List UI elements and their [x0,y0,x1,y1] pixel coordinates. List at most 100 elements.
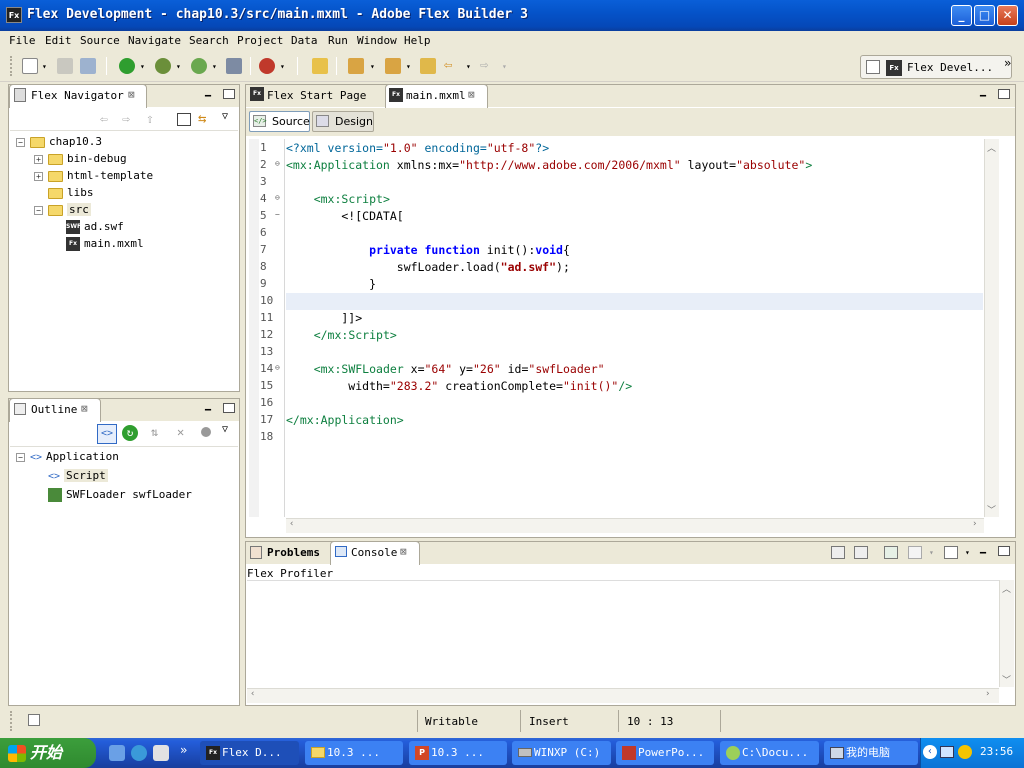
menu-window[interactable]: Window [357,34,397,47]
menu-navigate[interactable]: Navigate [128,34,181,47]
security-shield-icon[interactable] [958,745,972,759]
scroll-lock-icon[interactable] [854,546,868,559]
tray-expand-icon[interactable]: ‹ [923,745,937,759]
tree-item[interactable]: SWF ad.swf [16,218,236,235]
clock[interactable]: 23:56 [980,745,1013,758]
close-icon[interactable]: ⊠ [468,88,475,101]
tree-item[interactable]: SWFLoader swfLoader [16,486,236,505]
chevron-down-icon[interactable]: ▾ [212,62,217,71]
menu-edit[interactable]: Edit [45,34,72,47]
scroll-down-icon[interactable]: ﹀ [987,503,996,516]
forward-arrow-icon[interactable]: ⇨ [480,57,488,73]
close-button[interactable]: ✕ [997,5,1018,26]
console-vertical-scrollbar[interactable] [999,580,1014,687]
maximize-button[interactable]: □ [974,5,995,26]
scroll-up-icon[interactable]: ︿ [1002,582,1011,595]
maximize-view-icon[interactable] [223,403,235,413]
display-console-icon[interactable] [908,546,922,559]
scroll-right-icon[interactable]: › [972,519,977,529]
menu-project[interactable]: Project [237,34,283,47]
tree-item[interactable]: − <> Application [16,448,236,467]
collapse-all-icon[interactable] [177,113,191,126]
back-arrow-icon[interactable]: ⇦ [444,57,452,73]
quicklaunch-ie-icon[interactable] [131,745,147,761]
code-text[interactable]: <?xml version="1.0" encoding="utf-8"?> <… [286,140,976,516]
scroll-left-icon[interactable]: ‹ [289,519,294,529]
chevron-down-icon[interactable]: ▾ [502,62,507,71]
fast-view-icon[interactable] [28,714,40,726]
menu-data[interactable]: Data [291,34,318,47]
minimize-button[interactable]: _ [951,5,972,26]
chevron-down-icon[interactable]: ▾ [140,62,145,71]
up-icon[interactable]: ⇧ [146,112,154,127]
close-icon[interactable]: ⊠ [81,402,88,415]
chevron-down-icon[interactable]: ▾ [42,62,47,71]
collapse-icon[interactable]: − [16,137,25,147]
previous-annotation-icon[interactable] [385,58,401,74]
pin-console-icon[interactable] [884,546,898,559]
quicklaunch-desktop-icon[interactable] [109,745,125,761]
next-annotation-icon[interactable] [348,58,364,74]
menu-run[interactable]: Run [328,34,348,47]
menu-search[interactable]: Search [189,34,229,47]
quicklaunch-app-icon[interactable] [153,745,169,761]
editor-vertical-scrollbar[interactable] [984,139,999,517]
show-mxml-icon[interactable]: <> [97,424,117,444]
minimize-editor-icon[interactable]: ▁ [980,86,986,97]
expand-icon[interactable]: + [34,171,43,181]
run-icon[interactable] [119,58,135,74]
fold-icon[interactable]: ⊖ [275,363,280,372]
chevron-down-icon[interactable]: ▾ [280,62,285,71]
scroll-left-icon[interactable]: ‹ [250,689,255,699]
minimize-view-icon[interactable]: ▁ [980,543,986,554]
collapse-icon[interactable]: − [16,452,25,462]
refresh-icon[interactable]: ↻ [122,425,138,441]
profile-icon[interactable] [191,58,207,74]
view-menu-icon[interactable]: ▽ [222,111,228,122]
collapse-icon[interactable]: − [34,205,43,215]
maximize-view-icon[interactable] [223,89,235,99]
tree-item[interactable]: + html-template [16,167,236,184]
console-horizontal-scrollbar[interactable] [247,688,999,703]
scroll-right-icon[interactable]: › [985,689,990,699]
menu-source[interactable]: Source [80,34,120,47]
clear-console-icon[interactable] [831,546,845,559]
back-icon[interactable]: ⇦ [100,112,108,127]
chevron-down-icon[interactable]: ▾ [370,62,375,71]
tree-item[interactable]: − chap10.3 [16,133,236,150]
console-output[interactable] [247,580,999,687]
menu-help[interactable]: Help [404,34,431,47]
fold-icon[interactable]: ⊖ [275,193,280,202]
chevron-down-icon[interactable]: ▾ [965,548,970,557]
more-chevron-icon[interactable]: » [1004,56,1011,70]
print-icon[interactable] [80,58,96,74]
tree-item[interactable]: − src [16,201,236,218]
forward-icon[interactable]: ⇨ [122,112,130,127]
minimize-view-icon[interactable]: ▁ [205,86,211,97]
scroll-up-icon[interactable]: ︿ [987,141,996,154]
minimize-view-icon[interactable]: ▁ [205,400,211,411]
sort-icon[interactable]: ⇅ [151,425,158,439]
link-with-editor-icon[interactable]: ⇆ [198,111,206,127]
chevron-down-icon[interactable]: ▾ [929,548,934,557]
expand-icon[interactable]: + [34,154,43,164]
tree-item[interactable]: <> Script [16,467,236,486]
view-menu-icon[interactable]: ▽ [222,424,228,435]
menu-file[interactable]: File [9,34,36,47]
export-icon[interactable] [226,58,242,74]
new-file-icon[interactable] [22,58,38,74]
maximize-view-icon[interactable] [998,546,1010,556]
close-icon[interactable]: ⊠ [400,545,407,558]
perspective-label[interactable]: Flex Devel... [907,61,993,74]
save-icon[interactable] [57,58,73,74]
close-icon[interactable]: ⊠ [128,88,135,101]
hide-static-icon[interactable] [201,427,211,437]
fold-icon[interactable]: − [275,210,280,219]
network-icon[interactable] [940,746,954,758]
chevron-down-icon[interactable]: ▾ [176,62,181,71]
chevron-down-icon[interactable]: ▾ [466,62,471,71]
last-edit-icon[interactable] [420,58,436,74]
hide-fields-icon[interactable]: ✕ [177,425,184,439]
tree-item[interactable]: + bin-debug [16,150,236,167]
fold-icon[interactable]: ⊖ [275,159,280,168]
